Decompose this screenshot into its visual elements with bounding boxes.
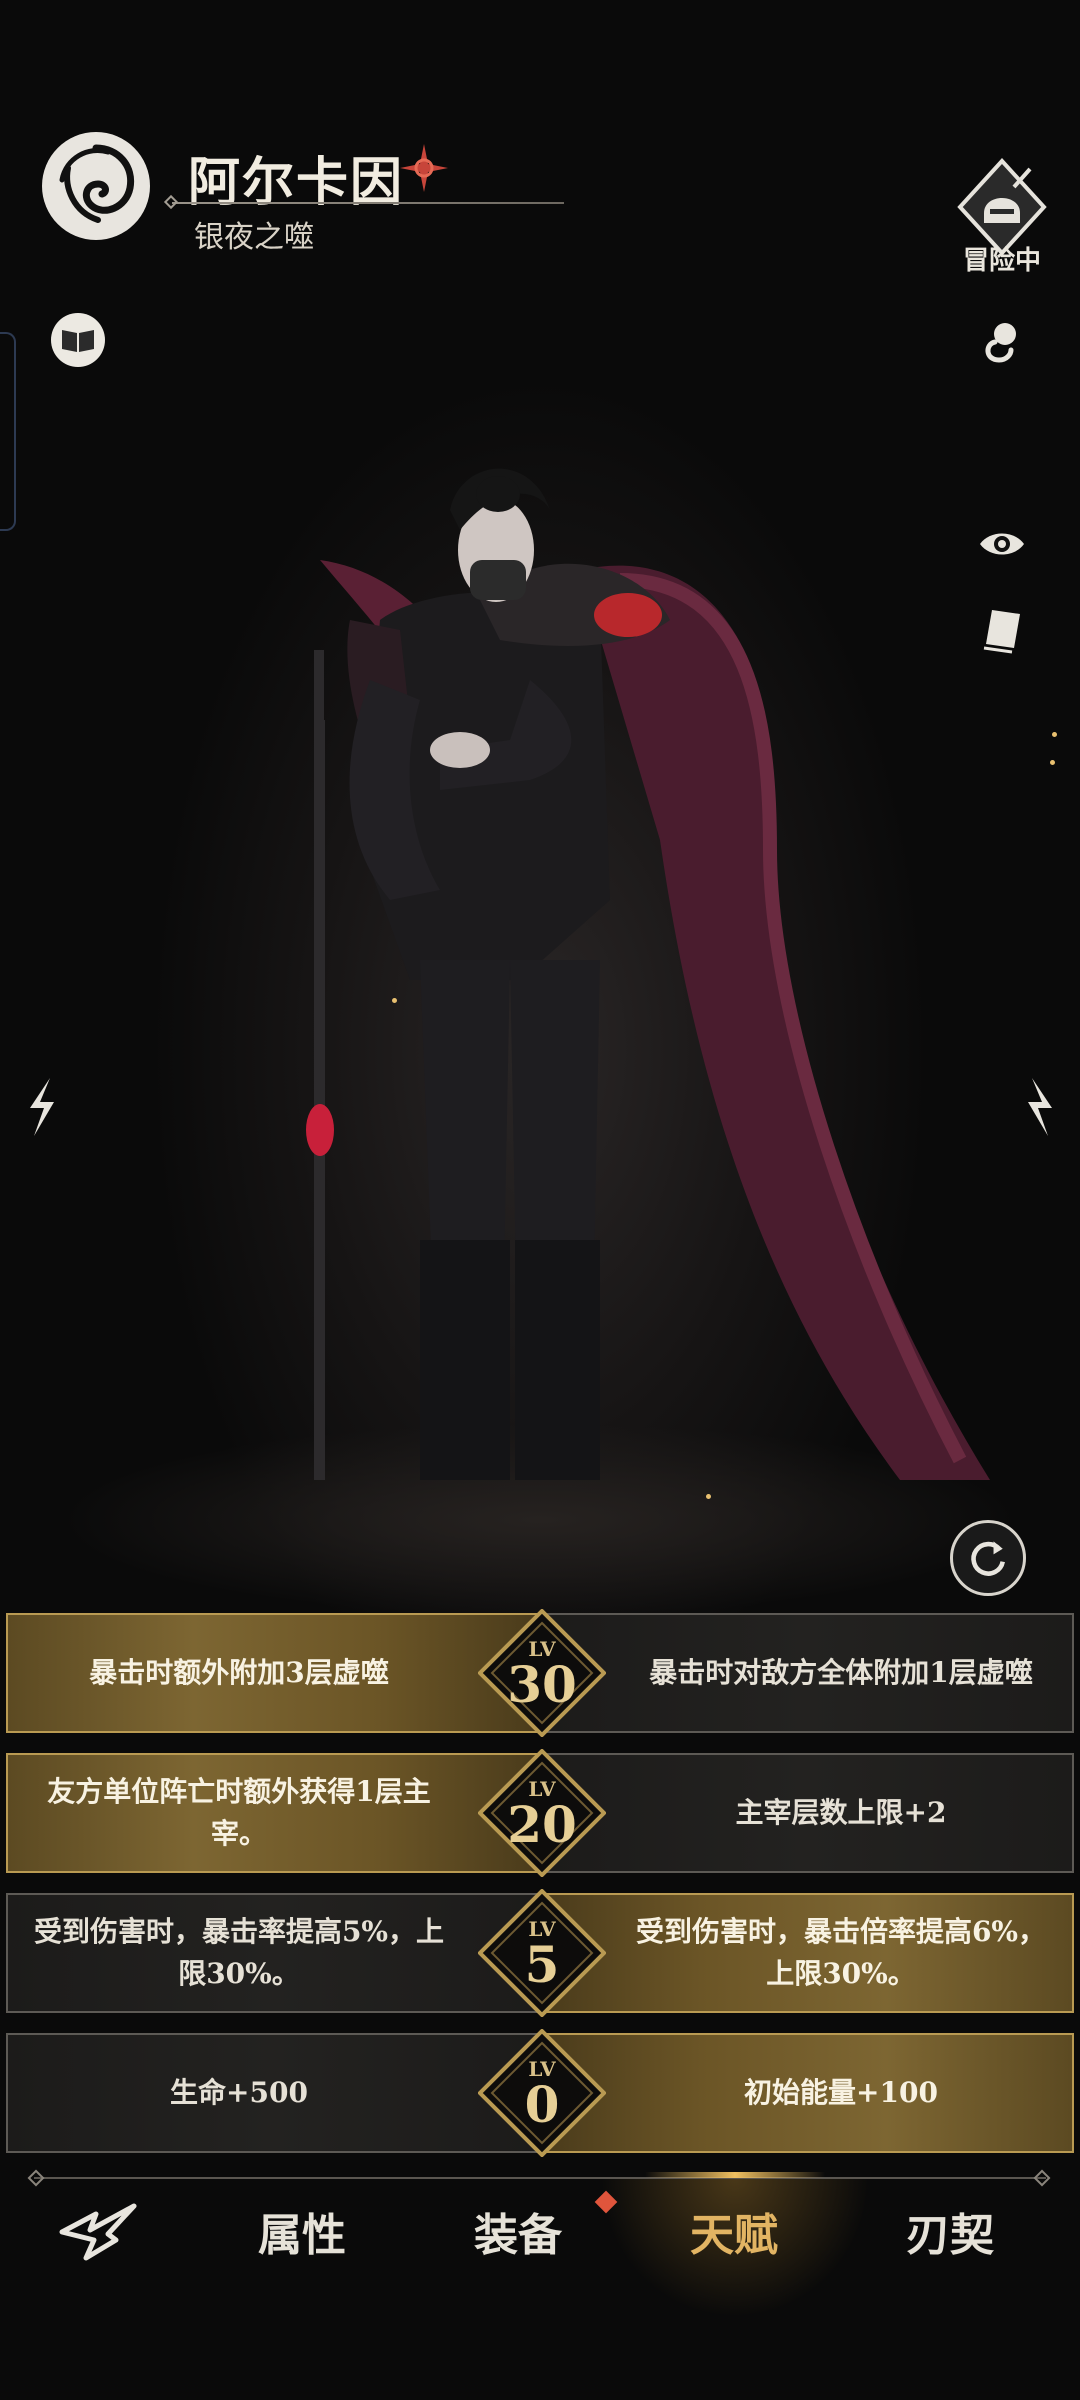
ember-particle — [1052, 732, 1057, 737]
previous-character-arrow-icon[interactable] — [20, 1074, 64, 1140]
talent-option-left[interactable]: 友方单位阵亡时额外获得1层主宰。 — [6, 1753, 540, 1873]
level-number: 20 — [507, 1795, 577, 1854]
tab-equipment[interactable]: 装备 — [428, 2196, 608, 2276]
talent-row-lv20: 友方单位阵亡时额外获得1层主宰。 主宰层数上限+2 LV 20 — [6, 1749, 1074, 1877]
next-character-arrow-icon[interactable] — [1018, 1074, 1062, 1140]
talent-option-right[interactable]: 初始能量+100 — [540, 2033, 1074, 2153]
level-number: 5 — [524, 1935, 560, 1994]
level-number: 30 — [507, 1655, 577, 1714]
talent-option-right[interactable]: 暴击时对敌方全体附加1层虚噬 — [540, 1613, 1074, 1733]
ember-particle — [706, 1494, 711, 1499]
level-number: 0 — [524, 2075, 560, 2134]
side-drawer-handle[interactable] — [0, 332, 16, 531]
tab-attributes[interactable]: 属性 — [212, 2196, 392, 2276]
talent-option-left[interactable]: 受到伤害时，暴击率提高5%，上限30%。 — [6, 1893, 540, 2013]
character-model — [306, 468, 990, 1480]
name-divider — [172, 202, 564, 204]
talent-row-lv0: 生命+500 初始能量+100 LV 0 — [6, 2029, 1074, 2157]
talent-row-lv5: 受到伤害时，暴击率提高5%，上限30%。 受到伤害时，暴击倍率提高6%，上限30… — [6, 1889, 1074, 2017]
active-tab-indicator — [645, 2172, 825, 2178]
element-star-icon — [400, 144, 448, 192]
talent-option-right[interactable]: 受到伤害时，暴击倍率提高6%，上限30%。 — [540, 1893, 1074, 2013]
back-icon[interactable] — [56, 2200, 140, 2264]
ember-particle — [1050, 760, 1055, 765]
talent-option-left[interactable]: 暴击时额外附加3层虚噬 — [6, 1613, 540, 1733]
rotate-icon[interactable] — [950, 1520, 1026, 1596]
book-icon[interactable] — [50, 312, 106, 368]
ember-particle — [392, 998, 397, 1003]
character-title: 银夜之噬 — [194, 220, 314, 255]
pin-icon[interactable] — [973, 314, 1029, 370]
talent-row-lv30: 暴击时额外附加3层虚噬 暴击时对敌方全体附加1层虚噬 LV 30 — [6, 1609, 1074, 1737]
adventure-status-label: 冒险中 — [962, 246, 1041, 276]
talent-option-right[interactable]: 主宰层数上限+2 — [540, 1753, 1074, 1873]
swirl-emblem-icon — [42, 132, 150, 240]
tab-blade-pact[interactable]: 刃契 — [860, 2196, 1040, 2276]
tab-talent[interactable]: 天赋 — [644, 2196, 824, 2276]
nav-divider — [34, 2177, 1046, 2179]
talent-option-left[interactable]: 生命+500 — [6, 2033, 540, 2153]
